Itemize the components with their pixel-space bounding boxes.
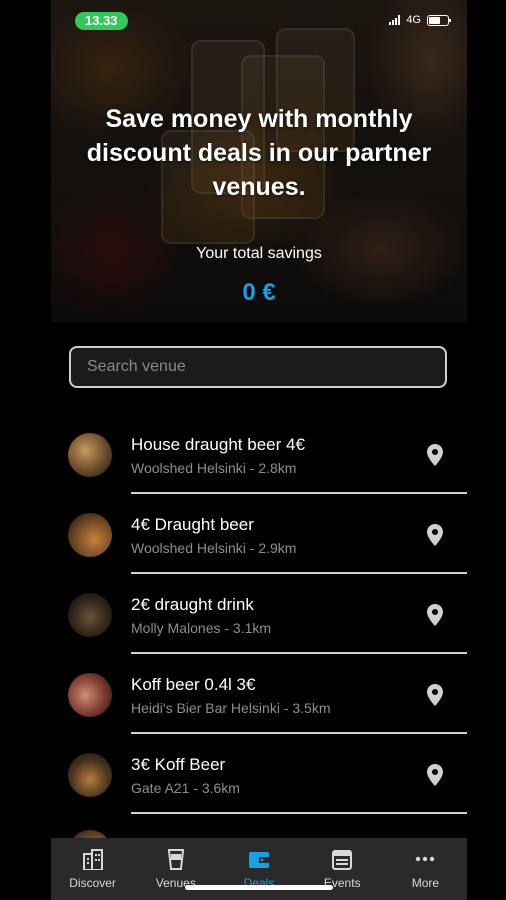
list-item[interactable]: Koff beer 0.4l 3€ Heidi's Bier Bar Helsi… [51, 654, 467, 734]
building-icon [82, 849, 103, 870]
venue-avatar [68, 513, 112, 557]
home-indicator [185, 885, 333, 890]
venue-avatar [68, 593, 112, 637]
deal-venue: Woolshed Helsinki - 2.9km [131, 540, 297, 556]
status-time: 13.33 [75, 12, 128, 30]
savings-label: Your total savings [196, 245, 322, 262]
deal-venue: Woolshed Helsinki - 2.8km [131, 460, 297, 476]
tab-deals[interactable]: Deals [217, 838, 300, 900]
deal-venue: Gate A21 - 3.6km [131, 780, 240, 796]
hero-banner: 13.33 4G Save money with monthly discoun… [51, 0, 467, 322]
deal-title: 3€ Koff Beer [131, 755, 226, 774]
tab-label: Discover [69, 876, 116, 890]
deal-venue: Molly Malones - 3.1km [131, 620, 272, 636]
more-dots-icon [416, 856, 435, 862]
tab-discover[interactable]: Discover [51, 838, 134, 900]
map-pin-icon[interactable] [427, 764, 443, 786]
wallet-icon [249, 852, 269, 868]
deal-venue: Heidi's Bier Bar Helsinki - 3.5km [131, 700, 331, 716]
tab-label: More [411, 876, 440, 890]
tab-events[interactable]: Events [301, 838, 384, 900]
tab-venues[interactable]: Venues [134, 838, 217, 900]
deals-list: House draught beer 4€ Woolshed Helsinki … [51, 414, 467, 854]
deal-title: 4€ Draught beer [131, 515, 254, 534]
signal-icon [389, 15, 401, 25]
map-pin-icon[interactable] [427, 524, 443, 546]
tab-more[interactable]: More [384, 838, 467, 900]
cup-icon [167, 849, 184, 870]
search-input[interactable]: Search venue [69, 346, 447, 388]
status-indicators: 4G [389, 14, 451, 26]
network-type: 4G [406, 14, 421, 26]
list-item[interactable]: 4€ Draught beer Woolshed Helsinki - 2.9k… [51, 494, 467, 574]
venue-avatar [68, 753, 112, 797]
deal-title: Koff beer 0.4l 3€ [131, 675, 256, 694]
list-item[interactable]: 3€ Koff Beer Gate A21 - 3.6km [51, 734, 467, 814]
map-pin-icon[interactable] [427, 444, 443, 466]
battery-icon [427, 14, 451, 26]
deal-title: 2€ draught drink [131, 595, 254, 614]
venue-avatar [68, 673, 112, 717]
list-item[interactable]: 2€ draught drink Molly Malones - 3.1km [51, 574, 467, 654]
savings-value: 0 € [242, 279, 276, 306]
map-pin-icon[interactable] [427, 684, 443, 706]
list-item[interactable]: House draught beer 4€ Woolshed Helsinki … [51, 414, 467, 494]
map-pin-icon[interactable] [427, 604, 443, 626]
calendar-icon [332, 850, 353, 870]
app-screen: 13.33 4G Save money with monthly discoun… [51, 0, 467, 900]
hero-title: Save money with monthly discount deals i… [86, 105, 432, 201]
deal-title: House draught beer 4€ [131, 435, 305, 454]
tab-bar: Discover Venues Deals Events More [51, 838, 467, 900]
venue-avatar [68, 433, 112, 477]
